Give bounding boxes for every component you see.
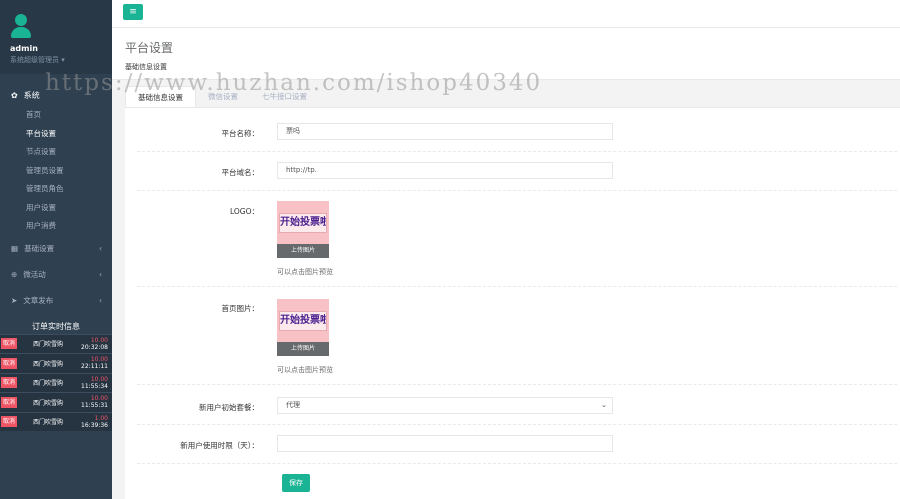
- order-amount: 10.00: [90, 356, 108, 364]
- grid-icon: ▦: [11, 244, 19, 253]
- hamburger-icon: ≡: [129, 7, 137, 17]
- nav-basic-settings[interactable]: ▦ 基础设置 ‹: [0, 236, 112, 262]
- nav-micro-activity-label: 微活动: [23, 270, 46, 279]
- sidebar-item-admin-roles[interactable]: 管理员角色: [26, 180, 112, 199]
- divider: [137, 463, 897, 464]
- home-image[interactable]: 开始投票啦 上传图片: [277, 299, 329, 356]
- order-amount: 10.00: [90, 375, 108, 383]
- sidebar-item-home[interactable]: 首页: [26, 106, 112, 125]
- home-image-text: 开始投票啦: [279, 311, 327, 331]
- divider: [137, 384, 897, 385]
- order-row: 取消 西门吹雪购 1.00 16:39:36: [0, 411, 112, 431]
- status-badge: 取消: [1, 416, 17, 428]
- profile: admin 系统超级管理员 ▾: [0, 0, 112, 74]
- platform-name-input[interactable]: 票吗: [277, 123, 613, 140]
- order-row: 取消 西门吹雪购 10.00 11:55:34: [0, 372, 112, 392]
- trial-days-label: 新用户使用时限（天）：: [180, 441, 259, 450]
- sidebar-item-user-settings[interactable]: 用户设置: [26, 199, 112, 218]
- chevron-left-icon: ‹: [99, 244, 102, 253]
- watermark: https://www.huzhan.com/ishop40340: [45, 70, 543, 96]
- order-name: 西门吹雪购: [33, 341, 64, 349]
- gear-icon: ✿: [11, 90, 18, 100]
- logo-image-text: 开始投票啦: [279, 213, 327, 233]
- menu-toggle-button[interactable]: ≡: [123, 4, 143, 20]
- order-name: 西门吹雪购: [33, 419, 64, 427]
- initial-package-label: 新用户初始套餐：: [199, 403, 259, 412]
- divider: [137, 190, 897, 191]
- order-row: 取消 西门吹雪购 10.00 11:55:31: [0, 392, 112, 412]
- logo-hint: 可以点击图片预览: [277, 268, 333, 276]
- initial-package-value: 代理: [286, 401, 300, 409]
- system-submenu: 首页 平台设置 节点设置 管理员设置 管理员角色 用户设置 用户消费: [0, 106, 112, 236]
- globe-icon: ⊕: [11, 270, 18, 279]
- page-title: 平台设置: [125, 41, 174, 55]
- order-row: 取消 西门吹雪购 10.00 22:11:11: [0, 353, 112, 373]
- order-time: 20:32:08: [81, 343, 108, 351]
- order-row: 取消 西门吹雪购 10.00 20:32:08: [0, 333, 112, 353]
- topbar: ≡: [112, 0, 900, 28]
- order-amount: 10.00: [90, 395, 108, 403]
- chevron-left-icon: ‹: [99, 270, 102, 279]
- home-preview[interactable]: 开始投票啦: [277, 299, 329, 342]
- order-name: 西门吹雪购: [33, 399, 64, 407]
- divider: [137, 151, 897, 152]
- chevron-left-icon: ‹: [99, 296, 102, 305]
- logo-upload-button[interactable]: 上传图片: [277, 244, 329, 258]
- divider: [137, 286, 897, 287]
- order-amount: 1.00: [94, 414, 108, 422]
- logo-preview[interactable]: 开始投票啦: [277, 201, 329, 244]
- order-name: 西门吹雪购: [33, 360, 64, 368]
- chevron-down-icon: ⌄: [601, 401, 607, 409]
- settings-panel: 基础信息设置 微信设置 七牛接口设置 平台名称： 票吗 平台域名： http:/…: [125, 86, 900, 499]
- order-time: 22:11:11: [81, 363, 108, 371]
- home-image-label: 首页图片：: [221, 304, 260, 313]
- order-time: 11:55:31: [81, 402, 108, 410]
- status-badge: 取消: [1, 396, 17, 408]
- logo-label: LOGO：: [229, 207, 259, 216]
- avatar-icon: [10, 14, 32, 40]
- platform-name-label: 平台名称：: [221, 129, 260, 138]
- nav-micro-activity[interactable]: ⊕ 微活动 ‹: [0, 262, 112, 288]
- role-dropdown[interactable]: 系统超级管理员 ▾: [10, 55, 112, 65]
- save-button[interactable]: 保存: [282, 474, 310, 492]
- status-badge: 取消: [1, 338, 17, 350]
- home-hint: 可以点击图片预览: [277, 366, 333, 374]
- home-upload-button[interactable]: 上传图片: [277, 342, 329, 356]
- username[interactable]: admin: [10, 44, 112, 53]
- orders-list: 取消 西门吹雪购 10.00 20:32:08 取消 西门吹雪购 10.00 22:…: [0, 333, 112, 431]
- sidebar-item-user-spending[interactable]: 用户消费: [26, 217, 112, 236]
- platform-domain-input[interactable]: http://tp.: [277, 162, 613, 179]
- paper-plane-icon: ➤: [11, 296, 18, 305]
- sidebar-item-node-settings[interactable]: 节点设置: [26, 143, 112, 162]
- order-time: 16:39:36: [81, 421, 108, 429]
- order-time: 11:55:34: [81, 382, 108, 390]
- nav-system-label: 系统: [23, 90, 40, 100]
- nav-article-publish[interactable]: ➤ 文章发布 ‹: [0, 288, 112, 314]
- status-badge: 取消: [1, 377, 17, 389]
- sidebar-item-admin-settings[interactable]: 管理员设置: [26, 162, 112, 181]
- logo-image[interactable]: 开始投票啦 上传图片: [277, 201, 329, 258]
- order-name: 西门吹雪购: [33, 380, 64, 388]
- divider: [137, 424, 897, 425]
- platform-domain-label: 平台域名：: [221, 168, 260, 177]
- order-amount: 10.00: [90, 336, 108, 344]
- sidebar-item-platform-settings[interactable]: 平台设置: [26, 125, 112, 144]
- status-badge: 取消: [1, 357, 17, 369]
- orders-title: 订单实时信息: [32, 321, 80, 331]
- nav-article-publish-label: 文章发布: [23, 296, 54, 305]
- nav-basic-settings-label: 基础设置: [24, 244, 55, 253]
- initial-package-select[interactable]: 代理 ⌄: [277, 397, 613, 414]
- trial-days-input[interactable]: [277, 435, 613, 452]
